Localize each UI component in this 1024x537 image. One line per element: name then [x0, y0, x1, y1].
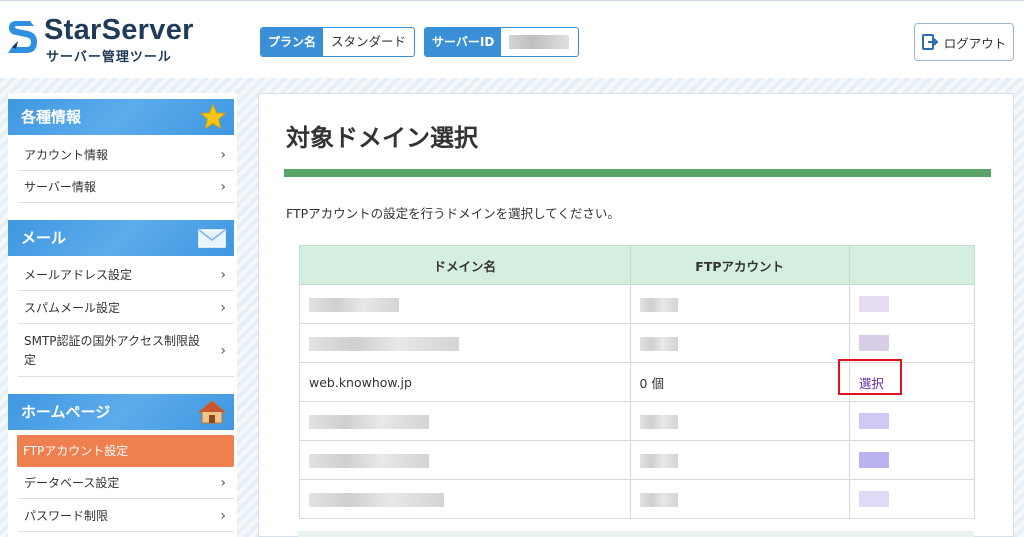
- section-title: 各種情報: [21, 108, 82, 126]
- blurred-count: [639, 297, 678, 312]
- sidebar-item-label: パスワード制限: [24, 509, 109, 523]
- domain-cell: [299, 401, 631, 441]
- server-id-chip: サーバーID: [424, 27, 579, 57]
- chevron-right-icon: ›: [220, 300, 226, 316]
- blurred-count: [639, 492, 678, 507]
- house-icon: [198, 400, 226, 424]
- column-header-action: [848, 245, 976, 285]
- chevron-right-icon: ›: [220, 179, 226, 195]
- ftp-count-cell: 0 個: [629, 362, 850, 402]
- logo-title: StarServer: [44, 14, 194, 46]
- blurred-select-link[interactable]: [858, 491, 889, 508]
- logout-icon: [921, 34, 938, 50]
- domain-cell: [299, 479, 631, 519]
- star-icon: [200, 104, 226, 130]
- sidebar-item-password-restriction[interactable]: パスワード制限 ›: [18, 500, 234, 532]
- action-cell[interactable]: [848, 479, 976, 519]
- plan-chip: プラン名 スタンダード: [260, 27, 416, 57]
- blurred-select-link[interactable]: [858, 452, 889, 469]
- action-cell[interactable]: [848, 440, 976, 480]
- sidebar-item-account-info[interactable]: アカウント情報 ›: [18, 139, 234, 171]
- table-row: [299, 284, 976, 324]
- ftp-count-cell: [629, 479, 850, 519]
- page-title: 対象ドメイン選択: [286, 124, 478, 152]
- blurred-select-link[interactable]: [858, 413, 889, 430]
- chevron-right-icon: ›: [220, 267, 226, 283]
- main-panel: 対象ドメイン選択 FTPアカウントの設定を行うドメインを選択してください。 ドメ…: [258, 93, 1014, 537]
- sidebar-item-label: アカウント情報: [24, 148, 109, 162]
- action-cell[interactable]: [848, 323, 976, 363]
- chevron-right-icon: ›: [220, 475, 226, 491]
- sidebar-item-spam-mail[interactable]: スパムメール設定 ›: [18, 292, 234, 324]
- blurred-domain: [309, 297, 399, 312]
- domain-cell: [299, 323, 631, 363]
- chevron-right-icon: ›: [220, 147, 226, 163]
- domain-cell: [299, 284, 631, 324]
- logo-subtitle: サーバー管理ツール: [46, 50, 172, 65]
- logout-label: ログアウト: [943, 35, 1007, 51]
- sidebar-item-mail-address[interactable]: メールアドレス設定 ›: [18, 259, 234, 291]
- section-header-info[interactable]: 各種情報: [8, 99, 234, 135]
- plan-value: スタンダード: [331, 34, 407, 49]
- table-row: [299, 440, 976, 480]
- ftp-count-cell: [629, 284, 850, 324]
- table-row: [299, 401, 976, 441]
- plan-label: プラン名: [261, 28, 324, 56]
- blurred-select-link[interactable]: [858, 335, 889, 352]
- blurred-select-link[interactable]: [858, 296, 889, 313]
- column-header-ftp-account: FTPアカウント: [629, 245, 850, 285]
- column-header-domain: ドメイン名: [299, 245, 631, 285]
- blurred-count: [639, 453, 678, 468]
- blurred-domain: [309, 414, 429, 429]
- highlight-box: [838, 359, 902, 395]
- sidebar: 各種情報 アカウント情報 › サーバー情報 › メール メールアドレス設定 › スパム…: [8, 93, 237, 537]
- blurred-count: [639, 414, 678, 429]
- blurred-domain: [309, 453, 429, 468]
- sidebar-item-label: メールアドレス設定: [24, 268, 133, 282]
- blurred-server-id: [509, 35, 570, 49]
- logout-button[interactable]: ログアウト: [914, 23, 1014, 61]
- ftp-count-cell: [629, 323, 850, 363]
- chevron-right-icon: ›: [220, 343, 226, 359]
- sidebar-item-label: サーバー情報: [24, 180, 96, 194]
- sidebar-item-database[interactable]: データベース設定 ›: [18, 467, 234, 499]
- sidebar-item-ftp-account[interactable]: FTPアカウント設定: [17, 435, 234, 467]
- ftp-count-cell: [629, 401, 850, 441]
- table-header-row: ドメイン名 FTPアカウント: [299, 245, 976, 285]
- sidebar-item-label: スパムメール設定: [24, 301, 121, 315]
- table-row: [299, 323, 976, 363]
- domain-cell: [299, 440, 631, 480]
- blurred-count: [639, 336, 678, 351]
- server-id-value: [501, 28, 577, 56]
- sidebar-item-label: FTPアカウント設定: [23, 444, 129, 458]
- section-header-homepage[interactable]: ホームページ: [8, 394, 234, 430]
- starserver-logo[interactable]: StarServer サーバー管理ツール: [6, 13, 221, 65]
- next-section-edge: [298, 531, 974, 537]
- action-cell[interactable]: [848, 401, 976, 441]
- blurred-domain: [309, 336, 459, 351]
- page-description: FTPアカウントの設定を行うドメインを選択してください。: [286, 206, 620, 221]
- section-title: ホームページ: [21, 403, 111, 421]
- chevron-right-icon: ›: [220, 508, 226, 524]
- logo-s-icon: [8, 21, 37, 53]
- table-row: [299, 479, 976, 519]
- top-header: StarServer サーバー管理ツール プラン名 スタンダード サーバーID …: [0, 0, 1024, 78]
- ftp-count-cell: [629, 440, 850, 480]
- domain-cell: web.knowhow.jp: [299, 362, 631, 402]
- server-id-label: サーバーID: [425, 28, 502, 56]
- action-cell[interactable]: [848, 284, 976, 324]
- sidebar-item-label: SMTP認証の国外アクセス制限設定: [24, 334, 200, 367]
- blurred-domain: [309, 492, 444, 507]
- section-header-mail[interactable]: メール: [8, 220, 234, 256]
- section-title: メール: [21, 229, 67, 247]
- mail-icon: [198, 229, 226, 248]
- sidebar-item-server-info[interactable]: サーバー情報 ›: [18, 171, 234, 203]
- sidebar-item-label: データベース設定: [24, 476, 120, 490]
- title-underline: [284, 169, 991, 177]
- sidebar-item-smtp-restriction[interactable]: SMTP認証の国外アクセス制限設定 ›: [18, 325, 234, 377]
